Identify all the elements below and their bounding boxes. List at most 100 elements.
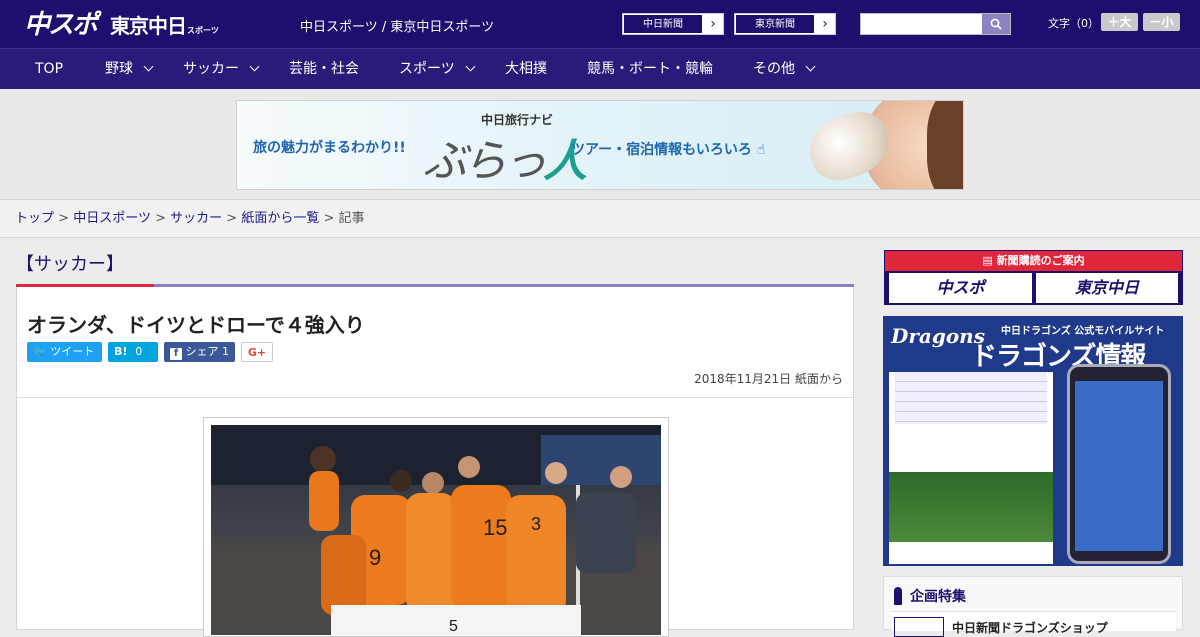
hatena-count: 0 (135, 345, 143, 358)
nav-item-sumo[interactable]: 大相撲 (505, 49, 547, 89)
newspaper-icon: ▤ (982, 254, 997, 267)
nav-item-label: サッカー (183, 61, 239, 77)
svg-text:9: 9 (369, 545, 381, 570)
nav-item-label: スポーツ (399, 61, 455, 77)
logo-tokyo-chunichi: 東京中日 (110, 14, 187, 38)
twitter-icon: 🐦 (33, 345, 47, 358)
dragons-tagline: 中日ドラゴンズ 公式モバイルサイト (1001, 326, 1165, 337)
nav-item-label: 大相撲 (505, 61, 547, 77)
font-larger-button[interactable]: ＋大 (1101, 13, 1138, 31)
baseball-field-image (889, 472, 1053, 542)
nav-item-label: 芸能・社会 (289, 61, 359, 77)
subscription-chuspo[interactable]: 中スポ (889, 273, 1032, 303)
facebook-share-button[interactable]: f シェア 1 (164, 342, 235, 362)
tweet-label: ツイート (50, 345, 95, 358)
nav-item-label: 野球 (105, 61, 133, 77)
breadcrumb-soccer[interactable]: サッカー (170, 211, 222, 226)
phone-screen (1075, 381, 1163, 551)
chevron-down-icon (143, 61, 154, 72)
feature-section: 企画特集 中日新聞ドラゴンズショップ (883, 576, 1183, 637)
model-hair (927, 101, 963, 189)
nav-item-other[interactable]: その他 (753, 49, 816, 89)
subscription-tokyo-chunichi[interactable]: 東京中日 (1036, 273, 1178, 303)
feature-item-label: 中日新聞ドラゴンズショップ (952, 621, 1108, 635)
breadcrumb-top[interactable]: トップ (15, 211, 54, 226)
chevron-down-icon (805, 61, 816, 72)
breadcrumb-paper-list[interactable]: 紙面から一覧 (241, 211, 319, 226)
nav-item-label: 競馬・ボート・競輪 (587, 61, 713, 77)
search-icon (990, 18, 1002, 30)
chevron-down-icon (465, 61, 476, 72)
tweet-button[interactable]: 🐦 ツイート (27, 342, 102, 362)
article-photo[interactable]: 9 3 15 5 (211, 425, 661, 635)
breadcrumb-separator: > (226, 211, 238, 226)
facebook-share-label: シェア (185, 345, 219, 358)
ad-area: 旅の魅力がまるわかり!! 中日旅行ナビ ぶらっ人 ツアー・宿泊情報もいろいろ ☝ (0, 89, 1200, 200)
breadcrumb-separator: > (323, 211, 335, 226)
tokyo-shimbun-link[interactable]: 東京新聞 › (734, 13, 836, 35)
soccer-celebration-image: 9 3 15 5 (211, 425, 661, 635)
feature-item[interactable]: 中日新聞ドラゴンズショップ (892, 611, 1176, 637)
chevron-right-icon: › (710, 16, 716, 32)
tokyo-shimbun-label: 東京新聞 (735, 14, 815, 34)
site-logo[interactable]: 中スポ 東京中日 スポーツ (24, 8, 219, 40)
nav-item-racing[interactable]: 競馬・ボート・競輪 (587, 49, 713, 89)
article-card: オランダ、ドイツとドローで４強入り 🐦 ツイート B! 0 f シェア 1 G+… (16, 287, 854, 637)
breadcrumb-separator: > (58, 211, 70, 226)
ad-left-text: 旅の魅力がまるわかり!! (253, 140, 406, 156)
breadcrumb-separator: > (155, 211, 166, 226)
subscription-banner[interactable]: ▤ 新聞購読のご案内 中スポ 東京中日 (884, 250, 1183, 305)
nav-item-baseball[interactable]: 野球 (105, 49, 154, 89)
article-column: 【サッカー】 オランダ、ドイツとドローで４強入り 🐦 ツイート B! 0 f シ… (16, 250, 854, 637)
main-nav: TOP 野球 サッカー 芸能・社会 スポーツ 大相撲 競馬・ボート・競輪 その他 (0, 48, 1200, 89)
subscription-header-label: 新聞購読のご案内 (996, 254, 1085, 267)
font-size-label: 文字（0） (1048, 17, 1099, 30)
google-plus-button[interactable]: G+ (241, 342, 273, 362)
hatena-icon: B! (114, 345, 128, 358)
chevron-right-icon: › (822, 16, 828, 32)
article-date: 2018年11月21日 紙面から (694, 372, 843, 386)
svg-text:3: 3 (531, 514, 541, 534)
scoreboard-grid (895, 372, 1047, 424)
facebook-icon: f (170, 348, 182, 360)
svg-text:5: 5 (449, 618, 458, 635)
dragons-mobile-ad[interactable]: Dragons 中日ドラゴンズ 公式モバイルサイト ドラゴンズ情報 (883, 316, 1183, 566)
hatena-bookmark-button[interactable]: B! 0 (108, 342, 158, 362)
ad-right-label: ツアー・宿泊情報もいろいろ (571, 142, 752, 158)
hand-pointer-icon: ☝ (751, 142, 766, 158)
article-divider (17, 397, 853, 398)
search-input[interactable] (863, 15, 978, 33)
search-box (860, 13, 1011, 35)
logo-chuspo: 中スポ (24, 10, 98, 40)
nav-item-top[interactable]: TOP (35, 49, 63, 89)
font-smaller-button[interactable]: －小 (1143, 13, 1180, 31)
chunichi-shimbun-link[interactable]: 中日新聞 › (622, 13, 724, 35)
svg-text:15: 15 (483, 515, 507, 540)
site-title: 中日スポーツ / 東京中日スポーツ (300, 20, 495, 35)
smartphone-image (1067, 364, 1171, 564)
nav-item-label: その他 (753, 61, 795, 77)
nav-item-sports[interactable]: スポーツ (399, 49, 476, 89)
scoreboard-screenshot (889, 372, 1053, 564)
subscription-header: ▤ 新聞購読のご案内 (885, 251, 1182, 271)
sidebar: ▤ 新聞購読のご案内 中スポ 東京中日 Dragons 中日ドラゴンズ 公式モバ… (883, 250, 1183, 637)
ad-brand-main: ぶらっ人 (423, 136, 587, 187)
feature-heading-label: 企画特集 (910, 589, 966, 605)
logo-sports-small: スポーツ (187, 26, 219, 35)
breadcrumb-chunichi-sports[interactable]: 中日スポーツ (73, 211, 151, 226)
article-title: オランダ、ドイツとドローで４強入り (27, 313, 365, 337)
article-photo-frame: 9 3 15 5 (203, 417, 669, 637)
travel-ad-banner[interactable]: 旅の魅力がまるわかり!! 中日旅行ナビ ぶらっ人 ツアー・宿泊情報もいろいろ ☝ (236, 100, 964, 190)
chunichi-shimbun-label: 中日新聞 (623, 14, 703, 34)
nav-item-entertainment[interactable]: 芸能・社会 (289, 49, 359, 89)
ad-right-text: ツアー・宿泊情報もいろいろ ☝ (571, 139, 765, 159)
chevron-down-icon (249, 61, 260, 72)
site-header: 中スポ 東京中日 スポーツ 中日スポーツ / 東京中日スポーツ 中日新聞 › 東… (0, 0, 1200, 48)
search-button[interactable] (982, 14, 1010, 34)
nav-item-soccer[interactable]: サッカー (183, 49, 260, 89)
breadcrumb: トップ > 中日スポーツ > サッカー > 紙面から一覧 > 記事 (0, 200, 1200, 238)
feature-heading: 企画特集 (892, 586, 966, 606)
breadcrumb-current: 記事 (338, 211, 365, 226)
category-heading: 【サッカー】 (16, 254, 124, 275)
nav-item-label: TOP (35, 61, 64, 77)
